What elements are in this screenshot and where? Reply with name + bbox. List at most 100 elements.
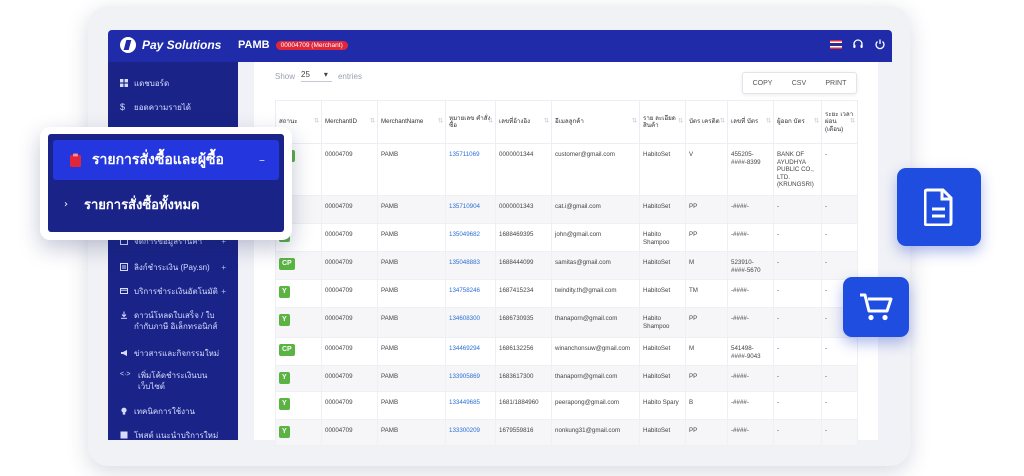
- sidebar-item-tips[interactable]: เทคนิคการใช้งาน: [108, 406, 238, 417]
- table-row[interactable]: Y 00004709 PAMB 134608300 1686730935 thanapor…: [275, 307, 858, 338]
- column-header-label: อีเมลลูกค้า: [555, 118, 584, 126]
- table-cell: -####-: [727, 365, 774, 392]
- column-header[interactable]: MerchantName ⇅: [377, 100, 446, 144]
- power-icon[interactable]: [874, 38, 886, 50]
- table-row[interactable]: CP 00004709 PAMB 134469294 1686132256 winanch…: [275, 337, 858, 366]
- print-button[interactable]: PRINT: [825, 80, 846, 87]
- table-cell: HabitoSet: [639, 143, 686, 196]
- table-cell: PAMB: [377, 337, 446, 366]
- sort-icon[interactable]: ⇅: [370, 118, 375, 126]
- column-header-label: บัตร เครดิต: [689, 118, 720, 126]
- table-cell: M: [685, 251, 728, 280]
- table-cell: 00004709: [321, 223, 378, 252]
- sort-icon[interactable]: ⇅: [766, 118, 771, 126]
- table-row[interactable]: CP00004709PAMB1357110690000001344custome…: [275, 143, 858, 196]
- merchant-badge: 00004709 (Merchant): [275, 40, 348, 50]
- csv-button[interactable]: CSV: [792, 80, 806, 87]
- sidebar-item-auto-payment[interactable]: บริการชำระเงินอัตโนมัติ +: [108, 286, 238, 297]
- sort-icon[interactable]: ⇅: [314, 118, 319, 126]
- table-cell: -: [821, 419, 858, 446]
- table-cell: customer@gmail.com: [551, 143, 640, 196]
- status-badge: Y: [279, 426, 290, 438]
- sort-icon[interactable]: ⇅: [632, 118, 637, 126]
- order-link[interactable]: 134469294: [445, 337, 496, 366]
- column-header[interactable]: เลขที่ บัตร ⇅: [727, 100, 774, 144]
- column-header[interactable]: เลขที่อ้างอิง ⇅: [495, 100, 552, 144]
- page-length-select[interactable]: 25 ▾: [301, 70, 332, 82]
- table-cell: HabitoSet: [639, 419, 686, 446]
- sort-icon[interactable]: ⇅: [814, 118, 819, 126]
- menu-item-all-orders[interactable]: › รายการสั่งซื้อทั้งหมด: [64, 194, 199, 215]
- collapse-icon[interactable]: –: [259, 153, 265, 167]
- table-row[interactable]: Y00004709PAMB1350496821688469395john@gma…: [275, 223, 858, 252]
- table-cell: -####-: [727, 419, 774, 446]
- table-row[interactable]: CP 00004709 PAMB 135048883 1688444099 samitas…: [275, 251, 858, 280]
- table-row[interactable]: Y 00004709 PAMB 133300209 1679559816 nonkung3…: [275, 419, 858, 446]
- column-header-label: เลขที่อ้างอิง: [499, 118, 531, 126]
- order-link[interactable]: 134608300: [445, 307, 496, 338]
- table-row[interactable]: Y 00004709 PAMB 134758246 1687415234 twindity…: [275, 279, 858, 308]
- orders-table: สถานะ ⇅ MerchantID ⇅ MerchantName ⇅ หมายเลข คำ…: [275, 100, 858, 446]
- table-cell: Y: [275, 279, 322, 308]
- table-row[interactable]: Y00004709PAMB1357109040000001343cat.i@gm…: [275, 195, 858, 224]
- order-link[interactable]: 135710904: [445, 195, 496, 224]
- logo[interactable]: Pay Solutions: [120, 37, 221, 53]
- sort-icon[interactable]: ⇅: [438, 118, 443, 126]
- order-link[interactable]: 133300209: [445, 419, 496, 446]
- column-header[interactable]: บัตร เครดิต ⇅: [685, 100, 728, 144]
- copy-button[interactable]: COPY: [753, 80, 773, 87]
- table-cell: BANK OF AYUDHYA PUBLIC CO., LTD. (KRUNGS…: [773, 143, 822, 196]
- sort-icon[interactable]: ⇅: [544, 118, 549, 126]
- sort-icon[interactable]: ⇅: [720, 118, 725, 126]
- thai-flag-icon[interactable]: [830, 39, 842, 49]
- entries-label: entries: [337, 71, 362, 81]
- order-link[interactable]: 135048883: [445, 251, 496, 280]
- table-cell: Y: [275, 365, 322, 392]
- column-header[interactable]: MerchantID ⇅: [321, 100, 378, 144]
- menu-item-orders-and-buyers[interactable]: รายการสั่งซื้อและผู้ซื้อ –: [53, 140, 279, 180]
- merchant-info: PAMB 00004709 (Merchant): [238, 39, 348, 51]
- table-cell: -: [773, 365, 822, 392]
- column-header[interactable]: หมายเลข คำสั่งซื้อ ⇅: [445, 100, 496, 144]
- sidebar-item-add-code[interactable]: <·> เพิ่มโค้ดชำระเงินบน เว็บไซต์: [108, 370, 218, 392]
- table-cell: 00004709: [321, 279, 378, 308]
- table-row[interactable]: Y 00004709 PAMB 133449685 1681/1884960 peerap…: [275, 391, 858, 420]
- order-link[interactable]: 133449685: [445, 391, 496, 420]
- status-badge: CP: [279, 258, 295, 270]
- cart-button[interactable]: [843, 277, 909, 337]
- table-cell: -: [821, 223, 858, 252]
- column-header[interactable]: ราย ละเอียด สินค้า ⇅: [639, 100, 686, 144]
- order-link[interactable]: 134758246: [445, 279, 496, 308]
- table-cell: 1688444099: [495, 251, 552, 280]
- table-cell: PAMB: [377, 223, 446, 252]
- sort-icon[interactable]: ⇅: [488, 118, 493, 126]
- column-header[interactable]: ผู้ออก บัตร ⇅: [773, 100, 822, 144]
- table-cell: 00004709: [321, 195, 378, 224]
- order-link[interactable]: 133905869: [445, 365, 496, 392]
- sort-icon[interactable]: ⇅: [850, 118, 855, 126]
- order-link[interactable]: 135711069: [445, 143, 496, 196]
- sidebar-item-post[interactable]: โพสต์ แนะนำบริการใหม่: [108, 430, 238, 441]
- sidebar-item-receipts[interactable]: ดาวน์โหลดใบเสร็จ / ใบกำกับภาษี อิเล็กทรอ…: [108, 310, 228, 332]
- column-header-label: ผู้ออก บัตร: [777, 118, 805, 126]
- sidebar-item-news[interactable]: ข่าวสารและกิจกรรมใหม่: [108, 348, 238, 359]
- export-buttons: COPY CSV PRINT: [742, 72, 857, 94]
- order-link[interactable]: 135049682: [445, 223, 496, 252]
- document-button[interactable]: [897, 168, 981, 246]
- headset-icon[interactable]: [852, 38, 864, 50]
- column-header[interactable]: ระยะ เวลา ผ่อน (เดือน) ⇅: [821, 100, 858, 144]
- column-header[interactable]: อีเมลลูกค้า ⇅: [551, 100, 640, 144]
- sidebar-item-dashboard[interactable]: แดชบอร์ด: [108, 78, 238, 89]
- menu-item-label: รายการสั่งซื้อทั้งหมด: [84, 198, 200, 213]
- table-cell: HabitoSet: [639, 195, 686, 224]
- column-header-label: MerchantID: [325, 118, 357, 126]
- sidebar-item-revenue[interactable]: $ ยอดความรายได้: [108, 102, 238, 113]
- table-cell: -: [773, 419, 822, 446]
- sort-icon[interactable]: ⇅: [678, 118, 683, 126]
- table-cell: HabitoSet: [639, 279, 686, 308]
- sidebar-item-paylink[interactable]: ลิงก์ชำระเงิน (Pay.sn) +: [108, 262, 238, 273]
- table-cell: 455205-####-8399: [727, 143, 774, 196]
- table-cell: PAMB: [377, 251, 446, 280]
- table-row[interactable]: Y 00004709 PAMB 133905869 1683617300 thanapor…: [275, 365, 858, 392]
- table-cell: B: [685, 391, 728, 420]
